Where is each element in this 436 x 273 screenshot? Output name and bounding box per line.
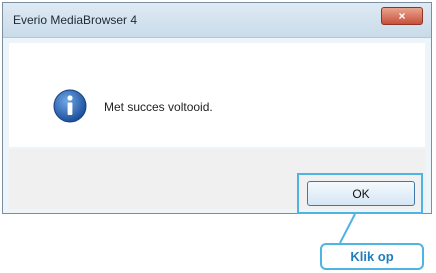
title-bar[interactable]: Everio MediaBrowser 4 × (3, 3, 431, 38)
dialog-message: Met succes voltooid. (104, 100, 213, 114)
dialog-content: Met succes voltooid. (9, 43, 425, 147)
callout-label: Klik op (320, 243, 424, 270)
close-button[interactable]: × (381, 7, 423, 25)
close-icon: × (398, 9, 406, 23)
info-icon (53, 89, 87, 123)
window-title: Everio MediaBrowser 4 (13, 13, 138, 27)
ok-button[interactable]: OK (307, 181, 415, 206)
